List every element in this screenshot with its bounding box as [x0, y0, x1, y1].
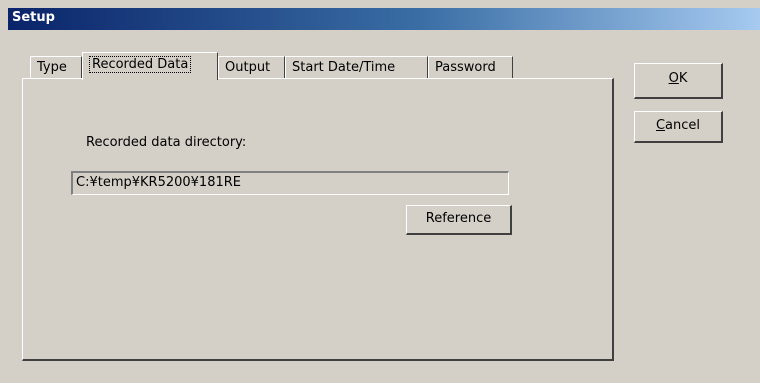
- window-title: Setup: [12, 10, 55, 25]
- ok-label-rest: K: [678, 71, 688, 86]
- reference-button[interactable]: Reference: [406, 205, 512, 235]
- tab-recorded-data[interactable]: Recorded Data: [82, 52, 218, 80]
- tab-output-label: Output: [225, 60, 271, 75]
- tab-start-date-time-label: Start Date/Time: [292, 60, 396, 75]
- tab-strip: Type Recorded Data Output Start Date/Tim…: [22, 50, 622, 80]
- reference-button-label: Reference: [425, 211, 492, 226]
- directory-field[interactable]: C:¥temp¥KR5200¥181RE: [71, 171, 509, 195]
- tab-panel-recorded-data: Recorded data directory: C:¥temp¥KR5200¥…: [22, 78, 614, 361]
- ok-button[interactable]: OK: [634, 63, 723, 99]
- cancel-label-rest: ancel: [665, 118, 701, 133]
- tab-password-label: Password: [435, 60, 496, 75]
- cancel-button[interactable]: Cancel: [634, 111, 723, 143]
- setup-dialog: Setup Type Recorded Data Output Start Da…: [0, 0, 760, 383]
- ok-mnemonic: O: [668, 71, 679, 86]
- tab-output[interactable]: Output: [218, 56, 285, 78]
- tab-type[interactable]: Type: [30, 56, 82, 78]
- tab-password[interactable]: Password: [428, 56, 513, 78]
- tab-start-date-time[interactable]: Start Date/Time: [285, 56, 428, 78]
- title-bar[interactable]: Setup: [8, 8, 760, 30]
- directory-label: Recorded data directory:: [86, 135, 247, 150]
- cancel-mnemonic: C: [655, 118, 666, 133]
- tab-recorded-data-label: Recorded Data: [89, 56, 192, 73]
- tab-type-label: Type: [37, 60, 67, 75]
